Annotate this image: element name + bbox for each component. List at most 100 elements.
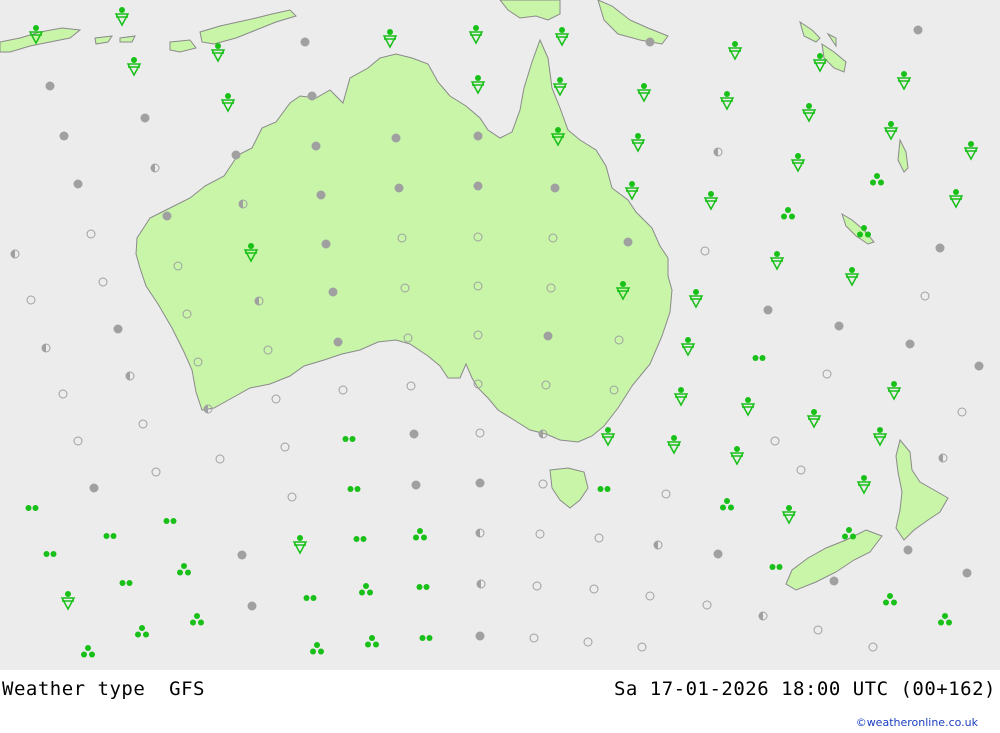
- landmass-layer: [0, 0, 949, 591]
- weather-map: [0, 0, 1000, 670]
- rain-symbol: [781, 207, 795, 220]
- overcast-symbol: [645, 37, 655, 47]
- clear-symbol: [957, 407, 967, 417]
- overcast-symbol: [903, 545, 913, 555]
- shower-symbol: [769, 251, 785, 271]
- clear-symbol: [73, 436, 83, 446]
- partly-cloudy-symbol: [653, 540, 663, 550]
- shower-symbol: [60, 591, 76, 611]
- overcast-symbol: [411, 480, 421, 490]
- clear-symbol: [529, 633, 539, 643]
- drizzle-symbol: [769, 564, 783, 570]
- shower-symbol: [468, 25, 484, 45]
- shower-symbol: [636, 83, 652, 103]
- partly-cloudy-symbol: [713, 147, 723, 157]
- shower-symbol: [727, 41, 743, 61]
- overcast-symbol: [475, 478, 485, 488]
- clear-symbol: [538, 479, 548, 489]
- map-title: Weather type GFS: [2, 678, 205, 700]
- partly-cloudy-symbol: [938, 453, 948, 463]
- shower-symbol: [872, 427, 888, 447]
- overcast-symbol: [962, 568, 972, 578]
- clear-symbol: [271, 394, 281, 404]
- rain-symbol: [720, 498, 734, 511]
- shower-symbol: [673, 387, 689, 407]
- overcast-symbol: [473, 181, 483, 191]
- rain-symbol: [359, 583, 373, 596]
- overcast-symbol: [316, 190, 326, 200]
- overcast-symbol: [475, 631, 485, 641]
- overcast-symbol: [333, 337, 343, 347]
- clear-symbol: [406, 381, 416, 391]
- clear-symbol: [637, 642, 647, 652]
- shower-symbol: [703, 191, 719, 211]
- clear-symbol: [280, 442, 290, 452]
- partly-cloudy-symbol: [476, 579, 486, 589]
- shower-symbol: [220, 93, 236, 113]
- clear-symbol: [796, 465, 806, 475]
- shower-symbol: [292, 535, 308, 555]
- shower-symbol: [886, 381, 902, 401]
- clear-symbol: [86, 229, 96, 239]
- rain-symbol: [842, 527, 856, 540]
- shower-symbol: [600, 427, 616, 447]
- overcast-symbol: [905, 339, 915, 349]
- partly-cloudy-symbol: [125, 371, 135, 381]
- shower-symbol: [126, 57, 142, 77]
- shower-symbol: [210, 43, 226, 63]
- clear-symbol: [920, 291, 930, 301]
- partly-cloudy-symbol: [758, 611, 768, 621]
- clear-symbol: [287, 492, 297, 502]
- drizzle-symbol: [416, 584, 430, 590]
- clear-symbol: [338, 385, 348, 395]
- shower-symbol: [729, 446, 745, 466]
- map-datetime: Sa 17-01-2026 18:00 UTC (00+162): [613, 678, 996, 700]
- drizzle-symbol: [103, 533, 117, 539]
- rain-symbol: [883, 593, 897, 606]
- rain-symbol: [177, 563, 191, 576]
- overcast-symbol: [713, 549, 723, 559]
- partly-cloudy-symbol: [10, 249, 20, 259]
- clear-symbol: [535, 529, 545, 539]
- shower-symbol: [114, 7, 130, 27]
- overcast-symbol: [623, 237, 633, 247]
- drizzle-symbol: [347, 486, 361, 492]
- clear-symbol: [215, 454, 225, 464]
- shower-symbol: [630, 133, 646, 153]
- shower-symbol: [844, 267, 860, 287]
- rain-symbol: [190, 613, 204, 626]
- overcast-symbol: [391, 133, 401, 143]
- shower-symbol: [801, 103, 817, 123]
- partly-cloudy-symbol: [150, 163, 160, 173]
- overcast-symbol: [543, 331, 553, 341]
- overcast-symbol: [89, 483, 99, 493]
- drizzle-symbol: [752, 355, 766, 361]
- rain-symbol: [870, 173, 884, 186]
- overcast-symbol: [550, 183, 560, 193]
- clear-symbol: [589, 584, 599, 594]
- overcast-symbol: [59, 131, 69, 141]
- shower-symbol: [963, 141, 979, 161]
- overcast-symbol: [300, 37, 310, 47]
- drizzle-symbol: [163, 518, 177, 524]
- overcast-symbol: [834, 321, 844, 331]
- clear-symbol: [475, 428, 485, 438]
- clear-symbol: [98, 277, 108, 287]
- drizzle-symbol: [419, 635, 433, 641]
- overcast-symbol: [321, 239, 331, 249]
- clear-symbol: [645, 591, 655, 601]
- clear-symbol: [868, 642, 878, 652]
- credit-link[interactable]: ©weatheronline.co.uk: [856, 716, 978, 729]
- overcast-symbol: [829, 576, 839, 586]
- clear-symbol: [583, 637, 593, 647]
- shower-symbol: [680, 337, 696, 357]
- overcast-symbol: [307, 91, 317, 101]
- overcast-symbol: [247, 601, 257, 611]
- clear-symbol: [58, 389, 68, 399]
- new-caledonia: [841, 212, 875, 245]
- shower-symbol: [896, 71, 912, 91]
- shower-symbol: [666, 435, 682, 455]
- drizzle-symbol: [43, 551, 57, 557]
- shower-symbol: [624, 181, 640, 201]
- rain-symbol: [938, 613, 952, 626]
